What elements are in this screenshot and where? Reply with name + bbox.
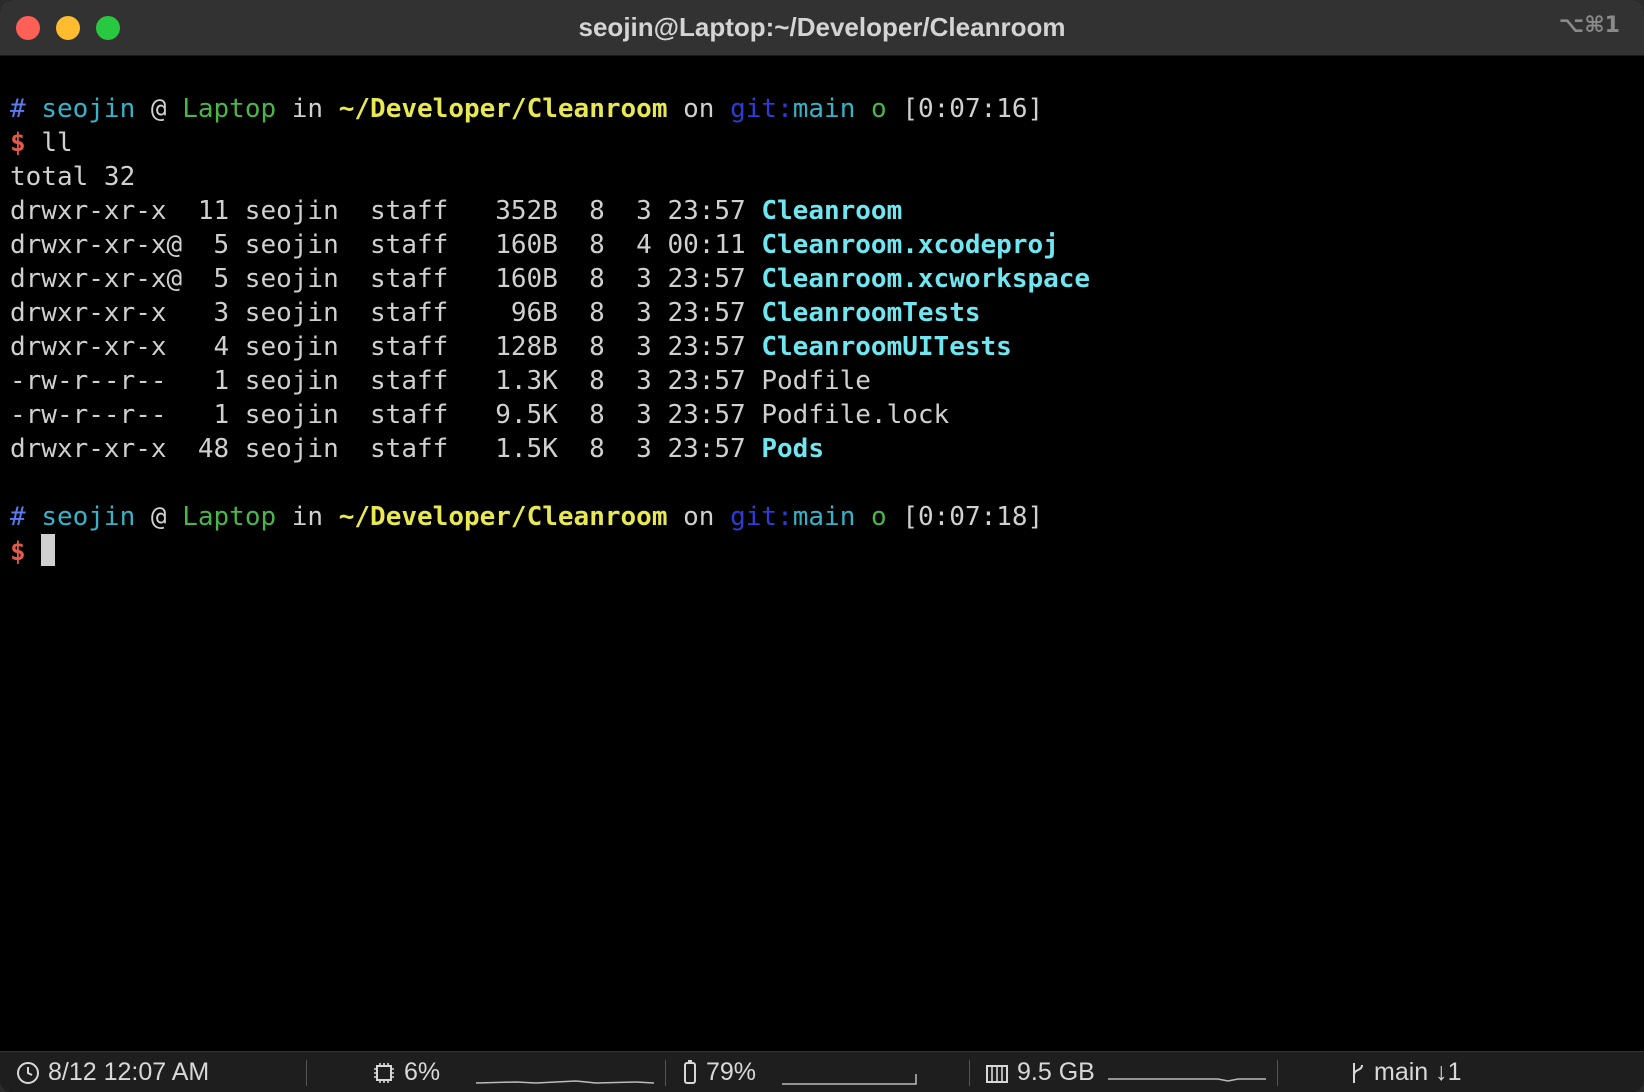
cpu-text: 6% xyxy=(404,1058,441,1086)
listing-row: drwxr-xr-x 11 seojin staff 352B 8 3 23:5… xyxy=(10,194,1630,228)
prompt-in: in xyxy=(291,502,324,532)
battery-text: 79% xyxy=(706,1058,757,1086)
prompt-line: # seojin @ Laptop in ~/Developer/Cleanro… xyxy=(10,500,1630,534)
input-line[interactable]: $ xyxy=(10,534,1630,568)
listing-row: -rw-r--r-- 1 seojin staff 1.3K 8 3 23:57… xyxy=(10,364,1630,398)
directory-name[interactable]: Cleanroom xyxy=(761,196,902,226)
file-meta: drwxr-xr-x 48 seojin staff 1.5K 8 3 23:5… xyxy=(10,434,762,464)
prompt-host: Laptop xyxy=(182,502,277,532)
prompt-hash: # xyxy=(10,502,26,532)
divider xyxy=(306,1060,307,1086)
directory-name[interactable]: Cleanroom.xcodeproj xyxy=(761,230,1058,260)
prompt-hash: # xyxy=(10,94,26,124)
status-bar: 8/12 12:07 AM 6% 79% 9.5 GB main ↓1 xyxy=(0,1051,1644,1092)
directory-name[interactable]: Pods xyxy=(761,434,824,464)
tab-shortcut: ⌥⌘1 xyxy=(1558,13,1620,38)
listing-row: drwxr-xr-x 3 seojin staff 96B 8 3 23:57 … xyxy=(10,296,1630,330)
file-meta: drwxr-xr-x@ 5 seojin staff 160B 8 3 23:5… xyxy=(10,264,762,294)
prompt-in: in xyxy=(291,94,324,124)
prompt-branch: main xyxy=(792,502,856,532)
git-behind-count: ↓1 xyxy=(1435,1058,1462,1086)
clock-icon xyxy=(17,1062,39,1084)
file-meta: drwxr-xr-x@ 5 seojin staff 160B 8 4 00:1… xyxy=(10,230,762,260)
memory-status[interactable]: 9.5 GB xyxy=(985,1052,1095,1092)
divider xyxy=(665,1060,666,1086)
memory-icon xyxy=(986,1065,1008,1083)
git-branch-text: main xyxy=(1374,1058,1429,1086)
prompt-user: seojin xyxy=(41,502,136,532)
clock-status[interactable]: 8/12 12:07 AM xyxy=(16,1052,209,1092)
prompt-time: [0:07:16] xyxy=(902,94,1044,124)
battery-sparkline xyxy=(782,1074,917,1085)
clock-text: 8/12 12:07 AM xyxy=(48,1058,210,1086)
listing-row: drwxr-xr-x@ 5 seojin staff 160B 8 3 23:5… xyxy=(10,262,1630,296)
prompt-user: seojin xyxy=(41,94,136,124)
cpu-icon xyxy=(374,1063,394,1083)
file-meta: -rw-r--r-- 1 seojin staff 9.5K 8 3 23:57 xyxy=(10,400,762,430)
prompt-host: Laptop xyxy=(182,94,277,124)
prompt-time: [0:07:18] xyxy=(902,502,1044,532)
prompt-dollar: $ xyxy=(10,537,26,567)
terminal-output[interactable]: # seojin @ Laptop in ~/Developer/Cleanro… xyxy=(10,92,1630,568)
command-text: ll xyxy=(41,128,73,158)
prompt-line: # seojin @ Laptop in ~/Developer/Cleanro… xyxy=(10,92,1630,126)
listing-row: drwxr-xr-x@ 5 seojin staff 160B 8 4 00:1… xyxy=(10,228,1630,262)
prompt-path: ~/Developer/Cleanroom xyxy=(338,94,668,124)
command-line: $ ll xyxy=(10,126,1630,160)
directory-name[interactable]: CleanroomUITests xyxy=(761,332,1011,362)
cpu-status[interactable]: 6% xyxy=(372,1052,440,1092)
listing-row: drwxr-xr-x 4 seojin staff 128B 8 3 23:57… xyxy=(10,330,1630,364)
memory-sparkline xyxy=(1108,1078,1266,1082)
window-title: seojin@Laptop:~/Developer/Cleanroom xyxy=(578,12,1066,42)
file-meta: -rw-r--r-- 1 seojin staff 1.3K 8 3 23:57 xyxy=(10,366,762,396)
prompt-git-label: git: xyxy=(730,502,793,532)
prompt-git-label: git: xyxy=(730,94,793,124)
cpu-sparkline xyxy=(476,1080,654,1084)
listing-rows: drwxr-xr-x 11 seojin staff 352B 8 3 23:5… xyxy=(10,194,1630,466)
git-branch-icon xyxy=(1353,1063,1363,1083)
divider xyxy=(1277,1060,1278,1086)
file-meta: drwxr-xr-x 3 seojin staff 96B 8 3 23:57 xyxy=(10,298,762,328)
prompt-at: @ xyxy=(150,502,167,532)
file-meta: drwxr-xr-x 4 seojin staff 128B 8 3 23:57 xyxy=(10,332,762,362)
prompt-on: on xyxy=(683,502,715,532)
prompt-git-status: o xyxy=(871,502,887,532)
listing-total: total 32 xyxy=(10,162,136,192)
prompt-dollar: $ xyxy=(10,128,26,158)
file-name[interactable]: Podfile xyxy=(761,366,871,396)
prompt-git-status: o xyxy=(871,94,887,124)
prompt-at: @ xyxy=(150,94,167,124)
directory-name[interactable]: Cleanroom.xcworkspace xyxy=(761,264,1090,294)
title-bar: seojin@Laptop:~/Developer/Cleanroom ⌥⌘1 xyxy=(0,0,1644,56)
divider xyxy=(969,1060,970,1086)
prompt-path: ~/Developer/Cleanroom xyxy=(338,502,668,532)
terminal-window: seojin@Laptop:~/Developer/Cleanroom ⌥⌘1 … xyxy=(0,0,1644,1092)
battery-icon xyxy=(684,1060,696,1084)
memory-text: 9.5 GB xyxy=(1017,1058,1095,1086)
prompt-on: on xyxy=(683,94,715,124)
prompt-branch: main xyxy=(792,94,856,124)
listing-row: drwxr-xr-x 48 seojin staff 1.5K 8 3 23:5… xyxy=(10,432,1630,466)
file-name[interactable]: Podfile.lock xyxy=(761,400,949,430)
listing-row: -rw-r--r-- 1 seojin staff 9.5K 8 3 23:57… xyxy=(10,398,1630,432)
directory-name[interactable]: CleanroomTests xyxy=(761,298,980,328)
battery-status[interactable]: 79% xyxy=(682,1052,756,1092)
git-status[interactable]: main ↓1 xyxy=(1350,1052,1462,1092)
file-meta: drwxr-xr-x 11 seojin staff 352B 8 3 23:5… xyxy=(10,196,762,226)
text-cursor xyxy=(41,534,56,566)
